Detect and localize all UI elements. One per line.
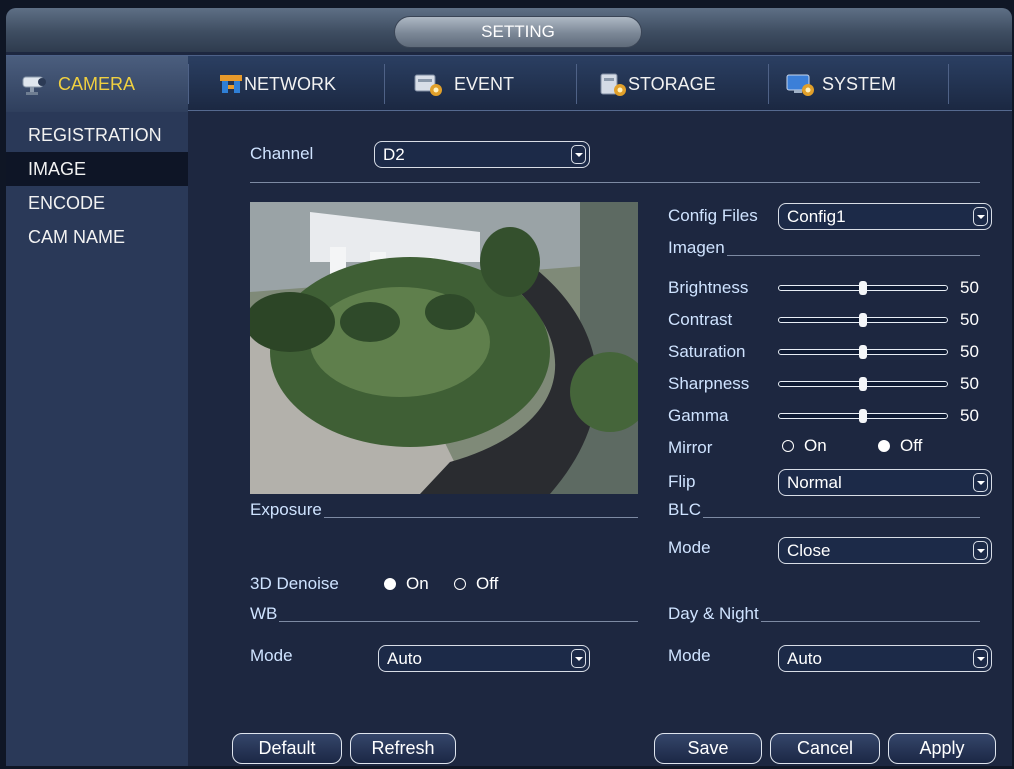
flip-label: Flip bbox=[668, 472, 696, 491]
brightness-label: Brightness bbox=[668, 278, 749, 297]
network-icon bbox=[218, 71, 244, 97]
radio-checked-icon bbox=[384, 578, 396, 590]
3d-denoise-label: 3D Denoise bbox=[250, 574, 339, 593]
brightness-slider[interactable] bbox=[778, 278, 948, 298]
sidebar-item-image[interactable]: IMAGE bbox=[6, 152, 188, 186]
gamma-value: 50 bbox=[960, 406, 979, 425]
mirror-on-radio[interactable]: On bbox=[782, 436, 827, 456]
tab-event[interactable]: EVENT bbox=[412, 56, 514, 112]
tab-system[interactable]: SYSTEM bbox=[784, 56, 896, 112]
settings-window: SETTING CAMERA NETWORK EVENT STORAGE SYS… bbox=[6, 8, 1012, 766]
flip-value: Normal bbox=[787, 473, 842, 492]
chevron-down-icon bbox=[571, 145, 586, 164]
mirror-label: Mirror bbox=[668, 438, 713, 457]
tab-storage[interactable]: STORAGE bbox=[598, 56, 716, 112]
day-night-mode-label: Mode bbox=[668, 646, 711, 665]
chevron-down-icon bbox=[571, 649, 586, 668]
window-title: SETTING bbox=[394, 16, 642, 48]
wb-section-title: WB bbox=[250, 604, 278, 623]
sharpness-slider[interactable] bbox=[778, 374, 948, 394]
channel-label: Channel bbox=[250, 144, 314, 163]
sidebar: REGISTRATION IMAGE ENCODE CAM NAME bbox=[6, 112, 188, 766]
sidebar-item-encode[interactable]: ENCODE bbox=[6, 186, 188, 220]
tab-event-label: EVENT bbox=[454, 73, 515, 94]
denoise-off-label: Off bbox=[476, 574, 499, 593]
flip-select[interactable]: Normal bbox=[778, 469, 992, 496]
default-button[interactable]: Default bbox=[232, 733, 342, 764]
camera-preview bbox=[250, 202, 638, 494]
main-tab-bar: CAMERA NETWORK EVENT STORAGE SYSTEM bbox=[6, 55, 1012, 112]
chevron-down-icon bbox=[973, 473, 988, 492]
config-files-value: Config1 bbox=[787, 207, 846, 226]
tab-network-label: NETWORK bbox=[244, 73, 336, 94]
brightness-value: 50 bbox=[960, 278, 979, 297]
denoise-on-label: On bbox=[406, 574, 429, 593]
mirror-off-label: Off bbox=[900, 436, 923, 455]
channel-select[interactable]: D2 bbox=[374, 141, 590, 168]
title-bar: SETTING bbox=[6, 8, 1012, 52]
blc-mode-value: Close bbox=[787, 541, 831, 560]
chevron-down-icon bbox=[973, 541, 988, 560]
tab-storage-label: STORAGE bbox=[628, 73, 716, 94]
wb-mode-select[interactable]: Auto bbox=[378, 645, 590, 672]
gamma-label: Gamma bbox=[668, 406, 729, 425]
radio-unchecked-icon bbox=[782, 440, 794, 452]
denoise-off-radio[interactable]: Off bbox=[454, 574, 498, 594]
denoise-on-radio[interactable]: On bbox=[384, 574, 429, 594]
exposure-section-header: Exposure bbox=[250, 500, 638, 520]
saturation-value: 50 bbox=[960, 342, 979, 361]
image-section-header: Imagen bbox=[668, 238, 980, 258]
event-icon bbox=[412, 71, 444, 97]
channel-value: D2 bbox=[383, 145, 405, 164]
blc-section-title: BLC bbox=[668, 500, 702, 519]
config-files-label: Config Files bbox=[668, 206, 758, 225]
wb-section-header: WB bbox=[250, 604, 638, 624]
contrast-slider[interactable] bbox=[778, 310, 948, 330]
cancel-button[interactable]: Cancel bbox=[770, 733, 880, 764]
blc-mode-label: Mode bbox=[668, 538, 711, 557]
apply-button[interactable]: Apply bbox=[888, 733, 996, 764]
chevron-down-icon bbox=[973, 207, 988, 226]
blc-section-header: BLC bbox=[668, 500, 980, 520]
storage-icon bbox=[598, 71, 628, 97]
tab-camera[interactable]: CAMERA bbox=[6, 56, 188, 112]
mirror-on-label: On bbox=[804, 436, 827, 455]
blc-mode-select[interactable]: Close bbox=[778, 537, 992, 564]
tab-system-label: SYSTEM bbox=[822, 73, 897, 94]
sharpness-label: Sharpness bbox=[668, 374, 750, 393]
saturation-label: Saturation bbox=[668, 342, 746, 361]
refresh-button[interactable]: Refresh bbox=[350, 733, 456, 764]
tab-network[interactable]: NETWORK bbox=[218, 56, 336, 112]
contrast-label: Contrast bbox=[668, 310, 733, 329]
camera-icon bbox=[20, 71, 52, 97]
day-night-mode-value: Auto bbox=[787, 649, 822, 668]
save-button[interactable]: Save bbox=[654, 733, 762, 764]
contrast-value: 50 bbox=[960, 310, 979, 329]
saturation-slider[interactable] bbox=[778, 342, 948, 362]
exposure-section-title: Exposure bbox=[250, 500, 322, 519]
config-files-select[interactable]: Config1 bbox=[778, 203, 992, 230]
day-night-section-header: Day & Night bbox=[668, 604, 980, 624]
radio-unchecked-icon bbox=[454, 578, 466, 590]
image-section-title: Imagen bbox=[668, 238, 725, 257]
radio-checked-icon bbox=[878, 440, 890, 452]
sidebar-item-registration[interactable]: REGISTRATION bbox=[6, 118, 188, 152]
sidebar-item-cam-name[interactable]: CAM NAME bbox=[6, 220, 188, 254]
system-icon bbox=[784, 71, 816, 97]
chevron-down-icon bbox=[973, 649, 988, 668]
tab-camera-label: CAMERA bbox=[58, 73, 136, 94]
day-night-mode-select[interactable]: Auto bbox=[778, 645, 992, 672]
wb-mode-label: Mode bbox=[250, 646, 293, 665]
wb-mode-value: Auto bbox=[387, 649, 422, 668]
divider bbox=[250, 182, 980, 183]
image-settings-panel: Channel D2 Config Files Config1 Imagen B… bbox=[188, 112, 1012, 766]
mirror-off-radio[interactable]: Off bbox=[878, 436, 922, 456]
gamma-slider[interactable] bbox=[778, 406, 948, 426]
sharpness-value: 50 bbox=[960, 374, 979, 393]
day-night-section-title: Day & Night bbox=[668, 604, 759, 623]
